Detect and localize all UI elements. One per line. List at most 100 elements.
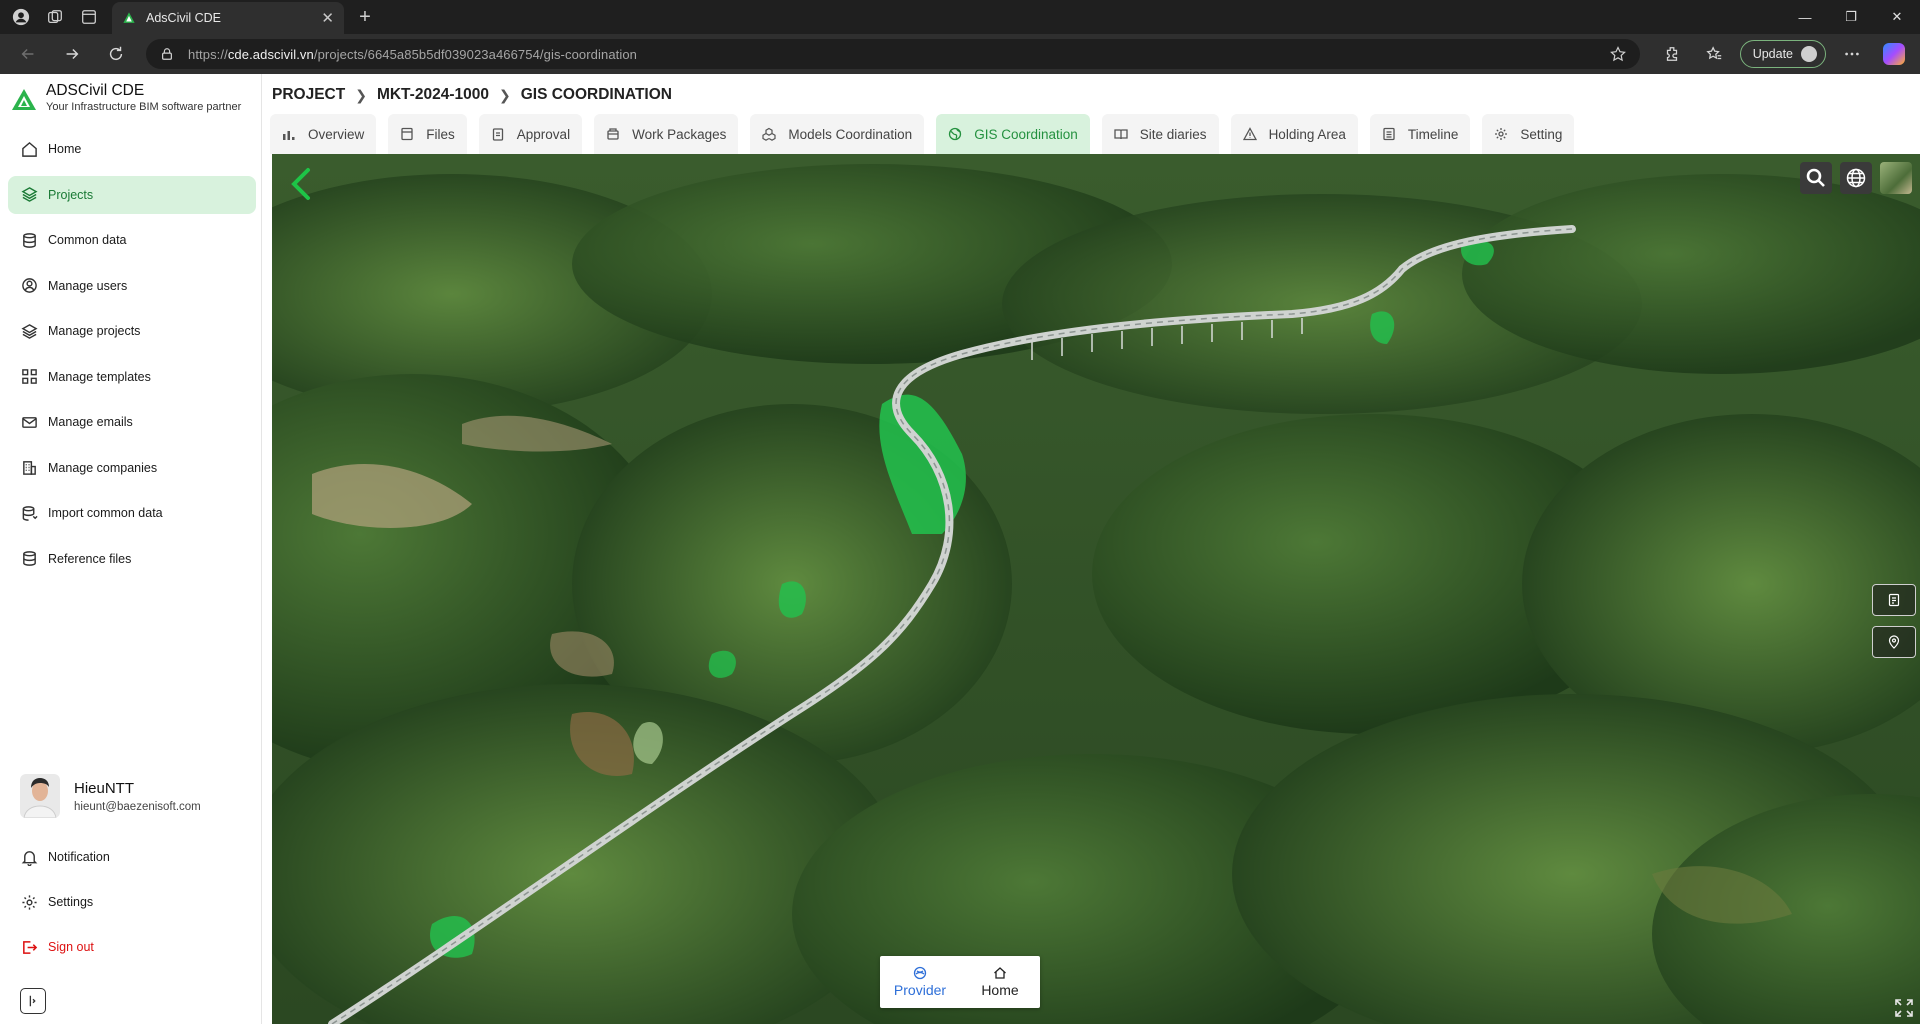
database-import-icon xyxy=(20,504,38,522)
document-icon xyxy=(1888,593,1900,607)
gis-map-viewport[interactable]: Provider Home xyxy=(272,154,1920,1024)
sidebar-item-manage-companies[interactable]: Manage companies xyxy=(8,449,256,487)
tab-overview[interactable]: Overview xyxy=(270,114,377,154)
file-icon xyxy=(400,127,414,141)
new-tab-button[interactable]: + xyxy=(352,6,378,29)
tab-label: Holding Area xyxy=(1268,126,1346,142)
reload-button[interactable] xyxy=(100,38,132,70)
sidebar-item-manage-emails[interactable]: Manage emails xyxy=(8,403,256,441)
user-profile[interactable]: HieuNTT hieunt@baezenisoft.com xyxy=(20,774,201,818)
home-label: Home xyxy=(981,982,1019,998)
database-icon xyxy=(20,231,38,249)
sidebar-item-label: Manage emails xyxy=(48,415,133,429)
address-bar[interactable]: https://cde.adscivil.vn/projects/6645a85… xyxy=(146,39,1640,69)
tab-label: GIS Coordination xyxy=(974,126,1078,142)
browser-tab[interactable]: AdsCivil CDE ✕ xyxy=(112,2,344,34)
sidebar-item-settings[interactable]: Settings xyxy=(8,883,256,921)
profile-icon[interactable] xyxy=(8,4,34,30)
tab-label: Approval xyxy=(516,126,571,142)
browser-right-tools: Update xyxy=(1656,38,1910,70)
brand-tagline: Your Infrastructure BIM software partner xyxy=(46,101,242,113)
tab-setting[interactable]: Setting xyxy=(1482,114,1575,154)
sidebar-item-label: Projects xyxy=(48,187,94,202)
sidebar-item-import-common-data[interactable]: Import common data xyxy=(8,494,256,532)
base-layer-picker-button[interactable] xyxy=(1880,162,1912,194)
sidebar-item-notification[interactable]: Notification xyxy=(8,838,256,876)
sidebar-item-home[interactable]: Home xyxy=(8,130,256,168)
sidebar-item-projects[interactable]: Projects xyxy=(8,175,256,214)
search-icon xyxy=(1806,168,1825,187)
update-label: Update xyxy=(1752,47,1793,61)
breadcrumb-project[interactable]: PROJECT xyxy=(272,86,345,104)
globe-icon xyxy=(1846,168,1866,188)
sidebar-item-manage-templates[interactable]: Manage templates xyxy=(8,358,256,396)
tab-timeline[interactable]: Timeline xyxy=(1369,114,1471,154)
provider-button[interactable]: Provider xyxy=(880,956,960,1008)
tab-approval[interactable]: Approval xyxy=(478,114,583,154)
update-button[interactable]: Update xyxy=(1739,40,1826,68)
back-arrow-icon[interactable] xyxy=(286,164,314,204)
mail-icon xyxy=(20,413,38,431)
sidebar-item-manage-users[interactable]: Manage users xyxy=(8,267,256,305)
breadcrumb-code[interactable]: MKT-2024-1000 xyxy=(377,86,489,104)
tab-holding-area[interactable]: Holding Area xyxy=(1230,114,1358,154)
tab-actions-icon[interactable] xyxy=(76,4,102,30)
user-circle-icon xyxy=(20,277,38,295)
terrain-3d-view[interactable] xyxy=(272,154,1920,1024)
favorites-icon[interactable] xyxy=(1698,38,1730,70)
sidebar-item-sign-out[interactable]: Sign out xyxy=(8,928,256,966)
tab-models-coordination[interactable]: Models Coordination xyxy=(750,114,925,154)
document-tool-button[interactable] xyxy=(1872,584,1916,616)
sidebar-item-common-data[interactable]: Common data xyxy=(8,221,256,259)
home-icon xyxy=(994,967,1006,979)
tab-files[interactable]: Files xyxy=(388,114,467,154)
sidebar-bottom-menu: Notification Settings Sign out xyxy=(8,838,256,973)
chevron-right-icon: ❯ xyxy=(355,86,367,103)
scene-mode-button[interactable] xyxy=(1840,162,1872,194)
map-search-button[interactable] xyxy=(1800,162,1832,194)
app-root: ADSCivil CDE Your Infrastructure BIM sof… xyxy=(0,74,1920,1024)
map-bottom-card: Provider Home xyxy=(880,956,1040,1008)
map-toolbar xyxy=(1800,162,1912,194)
sidebar-item-label: Common data xyxy=(48,233,127,247)
workspaces-icon[interactable] xyxy=(42,4,68,30)
grid-icon xyxy=(20,368,38,386)
forward-button[interactable] xyxy=(56,38,88,70)
sidebar-item-reference-files[interactable]: Reference files xyxy=(8,540,256,578)
provider-icon xyxy=(913,966,927,980)
fullscreen-icon[interactable] xyxy=(1894,998,1914,1018)
tab-label: Files xyxy=(426,126,455,142)
favicon-icon xyxy=(123,12,135,23)
close-tab-icon[interactable]: ✕ xyxy=(321,9,334,27)
more-menu-icon[interactable] xyxy=(1836,38,1868,70)
home-view-button[interactable]: Home xyxy=(960,956,1040,1008)
window-controls: — ❐ ✕ xyxy=(1782,0,1920,34)
favorite-star-icon[interactable] xyxy=(1610,46,1626,62)
location-tool-button[interactable] xyxy=(1872,626,1916,658)
close-window-button[interactable]: ✕ xyxy=(1874,0,1920,34)
back-button[interactable] xyxy=(12,38,44,70)
tab-label: Site diaries xyxy=(1139,126,1207,142)
browser-tab-title: AdsCivil CDE xyxy=(146,11,222,25)
extensions-icon[interactable] xyxy=(1656,38,1688,70)
tab-work-packages[interactable]: Work Packages xyxy=(594,114,739,154)
layers-icon xyxy=(20,186,38,204)
gear-icon xyxy=(20,893,38,911)
tab-label: Work Packages xyxy=(632,126,727,142)
sidebar-item-label: Reference files xyxy=(48,551,132,566)
tab-site-diaries[interactable]: Site diaries xyxy=(1101,114,1219,154)
sidebar-menu: Home Projects Common data Manage users M… xyxy=(8,130,256,585)
sign-out-icon xyxy=(20,938,38,956)
sidebar-item-manage-projects[interactable]: Manage projects xyxy=(8,312,256,350)
user-email: hieunt@baezenisoft.com xyxy=(74,800,201,813)
brand[interactable]: ADSCivil CDE Your Infrastructure BIM sof… xyxy=(10,82,241,114)
collapse-sidebar-button[interactable] xyxy=(20,988,46,1014)
tab-gis-coordination[interactable]: GIS Coordination xyxy=(936,114,1090,154)
restore-button[interactable]: ❐ xyxy=(1828,0,1874,34)
database-icon xyxy=(20,550,38,568)
tab-label: Models Coordination xyxy=(788,126,913,142)
minimize-button[interactable]: — xyxy=(1782,0,1828,34)
tab-label: Setting xyxy=(1520,126,1563,142)
tab-label: Overview xyxy=(308,126,365,142)
copilot-icon[interactable] xyxy=(1878,38,1910,70)
